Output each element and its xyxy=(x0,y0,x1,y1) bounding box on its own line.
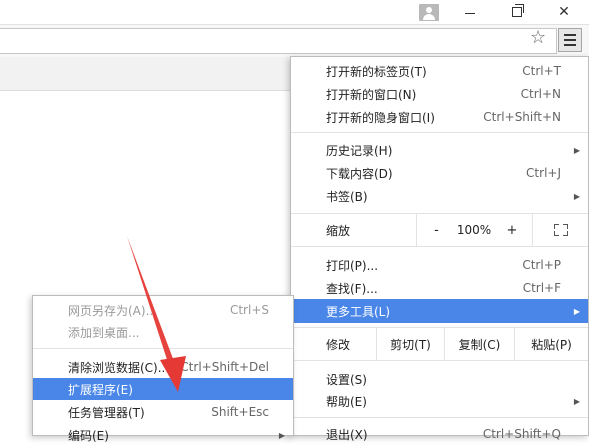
submenu-arrow-icon: ▶ xyxy=(573,396,580,406)
copy-button[interactable]: 复制(C) xyxy=(444,328,514,360)
menu-item-shortcut: Shift+Esc xyxy=(211,405,269,419)
bookmark-star-icon[interactable]: ☆ xyxy=(530,29,546,47)
menu-item-label: 打开新的隐身窗口(I) xyxy=(326,110,435,125)
menu-item-shortcut: Ctrl+Shift+N xyxy=(483,110,561,124)
menu-item-label: 历史记录(H) xyxy=(326,143,393,158)
menu-item-label: 查找(F)... xyxy=(326,281,378,296)
submenu-item-task-manager[interactable]: 任务管理器(T) Shift+Esc xyxy=(33,401,293,423)
submenu-item-add-to-desktop: 添加到桌面... xyxy=(33,321,293,343)
menu-item-label: 扩展程序(E) xyxy=(68,382,133,397)
menu-item-label: 打开新的标签页(T) xyxy=(326,64,427,79)
menu-separator xyxy=(291,360,588,361)
menu-item-label: 编码(E) xyxy=(68,428,109,443)
menu-item-downloads[interactable]: 下载内容(D) Ctrl+J xyxy=(291,162,588,184)
zoom-value: 100% xyxy=(456,223,492,237)
browser-toolbar: ☆ xyxy=(0,24,589,58)
submenu-arrow-icon: ▶ xyxy=(573,145,580,155)
menu-separator xyxy=(291,132,588,133)
menu-separator xyxy=(33,348,293,349)
menu-separator xyxy=(291,246,588,247)
paste-button[interactable]: 粘贴(P) xyxy=(514,328,588,360)
menu-item-new-incognito[interactable]: 打开新的隐身窗口(I) Ctrl+Shift+N xyxy=(291,106,588,128)
menu-item-label: 帮助(E) xyxy=(326,394,367,409)
window-titlebar: ✕ xyxy=(0,0,589,24)
menu-item-label: 清除浏览数据(C)... xyxy=(68,360,170,375)
close-icon[interactable]: ✕ xyxy=(552,0,576,24)
menu-item-exit[interactable]: 退出(X) Ctrl+Shift+Q xyxy=(291,423,588,445)
submenu-item-clear-data[interactable]: 清除浏览数据(C)... Ctrl+Shift+Del xyxy=(33,356,293,378)
menu-item-label: 任务管理器(T) xyxy=(68,405,145,420)
edit-label: 修改 xyxy=(326,337,351,352)
menu-separator xyxy=(291,417,588,418)
menu-item-more-tools[interactable]: 更多工具(L) ▶ xyxy=(291,299,588,323)
menu-item-shortcut: Ctrl+N xyxy=(520,87,561,101)
fullscreen-button[interactable] xyxy=(532,214,588,246)
main-menu: 打开新的标签页(T) Ctrl+T 打开新的窗口(N) Ctrl+N 打开新的隐… xyxy=(290,56,589,442)
submenu-arrow-icon: ▶ xyxy=(573,306,580,316)
more-tools-submenu: 网页另存为(A)... Ctrl+S 添加到桌面... 清除浏览数据(C)...… xyxy=(32,295,294,443)
menu-item-label: 打印(P)... xyxy=(326,258,379,273)
menu-item-bookmarks[interactable]: 书签(B) ▶ xyxy=(291,185,588,207)
menu-item-shortcut: Ctrl+S xyxy=(229,303,269,317)
zoom-label: 缩放 xyxy=(326,223,351,238)
minimize-icon[interactable] xyxy=(458,0,482,24)
zoom-in-button[interactable]: + xyxy=(492,214,532,246)
zoom-row: 缩放 - 100% + xyxy=(291,214,588,246)
menu-item-label: 添加到桌面... xyxy=(68,325,140,340)
menu-item-find[interactable]: 查找(F)... Ctrl+F xyxy=(291,277,588,299)
menu-item-label: 设置(S) xyxy=(326,372,367,387)
submenu-arrow-icon: ▶ xyxy=(573,191,580,201)
cut-button[interactable]: 剪切(T) xyxy=(376,328,444,360)
menu-item-label: 退出(X) xyxy=(326,427,368,442)
user-icon[interactable] xyxy=(418,0,440,24)
submenu-item-save-page: 网页另存为(A)... Ctrl+S xyxy=(33,299,293,321)
menu-item-shortcut: Ctrl+P xyxy=(522,258,561,272)
hamburger-menu-icon[interactable] xyxy=(558,28,582,52)
menu-item-shortcut: Ctrl+T xyxy=(522,64,561,78)
menu-item-history[interactable]: 历史记录(H) ▶ xyxy=(291,139,588,161)
zoom-out-button[interactable]: - xyxy=(416,214,456,246)
submenu-item-extensions[interactable]: 扩展程序(E) xyxy=(33,378,293,400)
submenu-item-encoding[interactable]: 编码(E) ▶ xyxy=(33,424,293,446)
menu-item-shortcut: Ctrl+Shift+Del xyxy=(180,360,269,374)
address-bar[interactable] xyxy=(0,28,557,54)
menu-item-new-tab[interactable]: 打开新的标签页(T) Ctrl+T xyxy=(291,60,588,82)
restore-icon[interactable] xyxy=(505,0,529,24)
menu-item-label: 打开新的窗口(N) xyxy=(326,87,417,102)
menu-item-shortcut: Ctrl+Shift+Q xyxy=(482,427,561,441)
edit-row: 修改 剪切(T) 复制(C) 粘贴(P) xyxy=(291,328,588,360)
menu-item-label: 书签(B) xyxy=(326,189,368,204)
menu-item-label: 下载内容(D) xyxy=(326,166,393,181)
menu-item-settings[interactable]: 设置(S) xyxy=(291,368,588,390)
menu-item-label: 更多工具(L) xyxy=(326,304,391,319)
menu-item-help[interactable]: 帮助(E) ▶ xyxy=(291,390,588,412)
menu-item-shortcut: Ctrl+F xyxy=(522,281,561,295)
menu-item-new-window[interactable]: 打开新的窗口(N) Ctrl+N xyxy=(291,83,588,105)
menu-item-shortcut: Ctrl+J xyxy=(526,166,561,180)
menu-item-label: 网页另存为(A)... xyxy=(68,303,158,318)
menu-item-print[interactable]: 打印(P)... Ctrl+P xyxy=(291,254,588,276)
submenu-arrow-icon: ▶ xyxy=(278,430,285,440)
fullscreen-icon xyxy=(553,224,568,236)
